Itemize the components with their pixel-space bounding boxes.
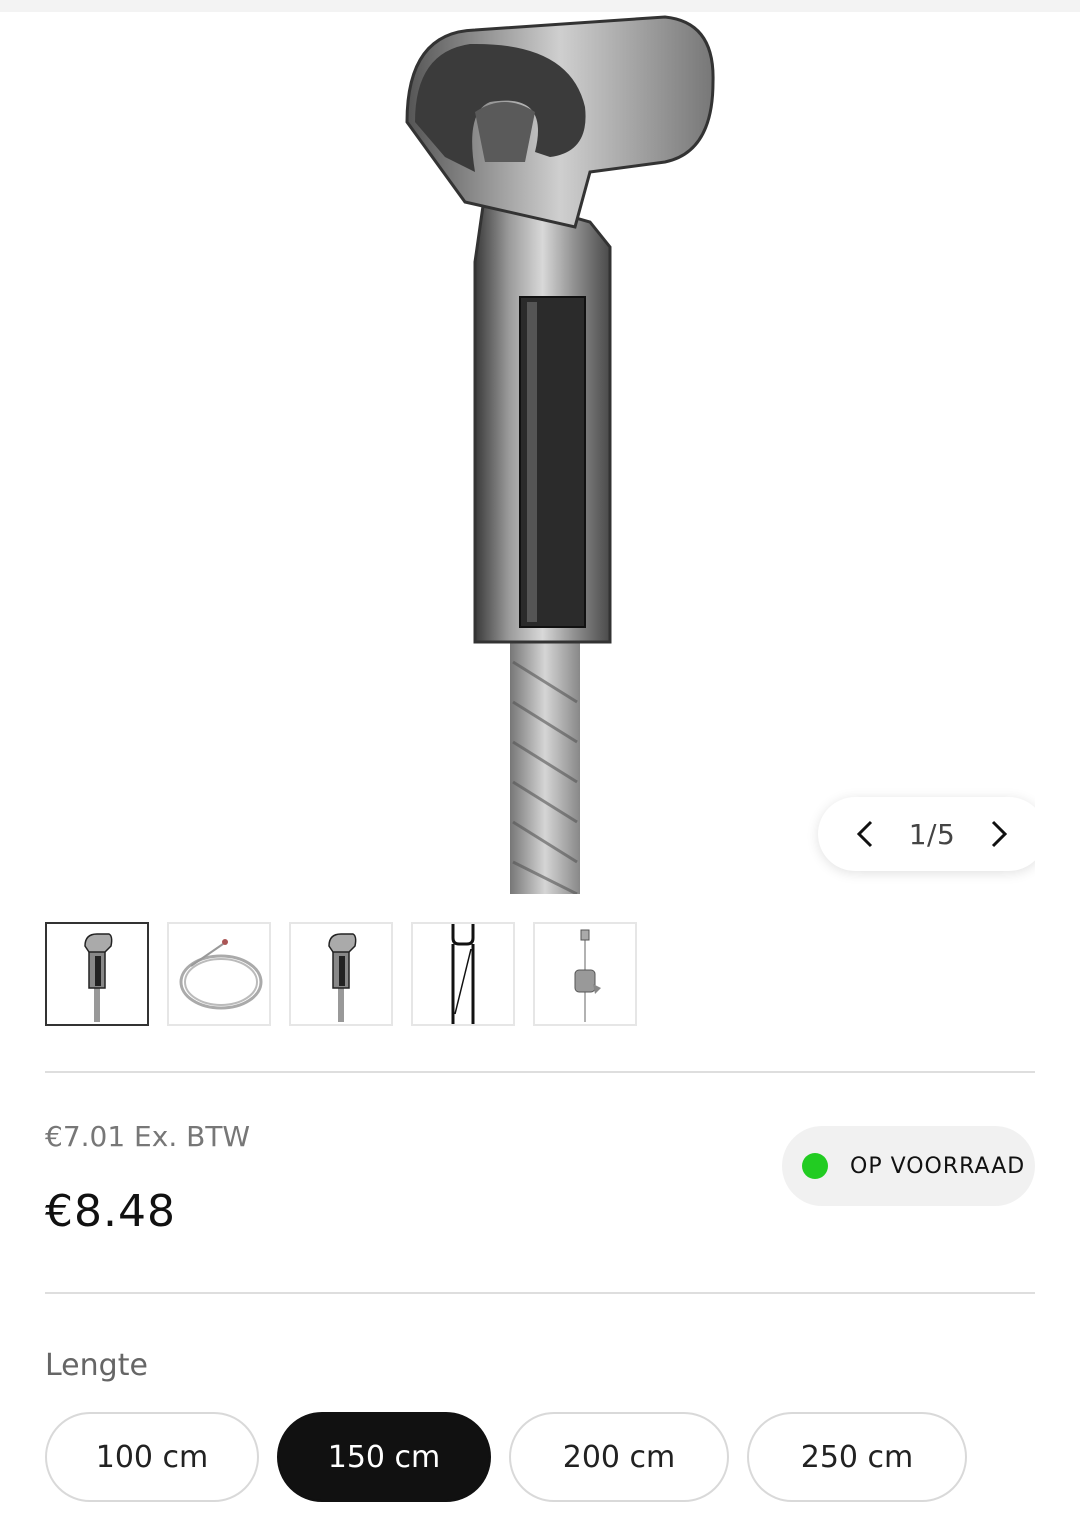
thumb-cable-hook[interactable] <box>533 922 637 1026</box>
chevron-left-icon[interactable] <box>854 819 876 849</box>
price-ex-vat: €7.01 Ex. BTW <box>45 1120 251 1153</box>
thumb-cable-gripper[interactable] <box>45 922 149 1026</box>
gallery-counter: 1/5 <box>908 817 956 851</box>
option-150-cm[interactable]: 150 cm <box>277 1412 491 1502</box>
gallery-pager: 1/5 <box>818 797 1035 871</box>
divider <box>45 1292 1035 1294</box>
length-options: 100 cm 150 cm 200 cm 250 cm <box>45 1412 967 1502</box>
thumbnail-strip <box>45 922 637 1026</box>
stock-label: OP VOORRAAD <box>850 1153 1026 1179</box>
chevron-right-icon[interactable] <box>988 819 1010 849</box>
top-bar <box>0 0 1080 12</box>
option-200-cm[interactable]: 200 cm <box>509 1412 729 1502</box>
thumb-cable-gripper-alt[interactable] <box>289 922 393 1026</box>
divider <box>45 1071 1035 1073</box>
stock-badge: OP VOORRAAD <box>782 1126 1035 1206</box>
option-title: Lengte <box>45 1348 148 1383</box>
option-250-cm[interactable]: 250 cm <box>747 1412 967 1502</box>
thumb-cable-coil[interactable] <box>167 922 271 1026</box>
option-100-cm[interactable]: 100 cm <box>45 1412 259 1502</box>
product-gallery[interactable]: 1/5 <box>45 12 1035 894</box>
stock-status-icon <box>802 1153 828 1179</box>
thumb-cable-drawing[interactable] <box>411 922 515 1026</box>
product-image <box>405 15 715 894</box>
price: €8.48 <box>45 1186 176 1237</box>
